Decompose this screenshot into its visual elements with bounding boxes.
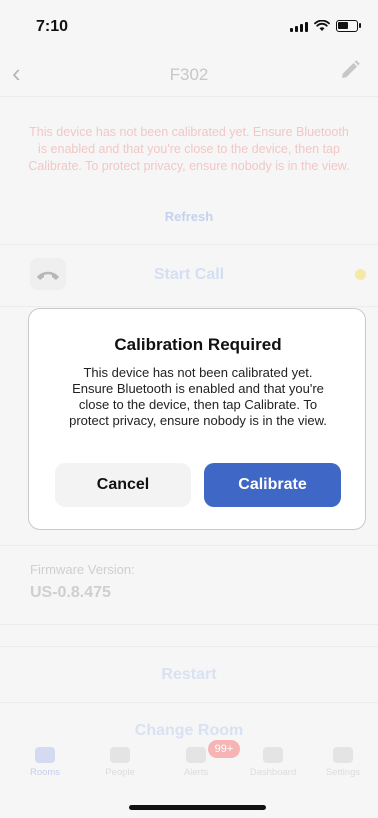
bed-icon xyxy=(35,747,55,763)
tab-settings[interactable]: Settings xyxy=(313,745,373,778)
page-title: F302 xyxy=(169,65,209,84)
calibration-dialog: Calibration Required This device has not… xyxy=(28,308,366,530)
status-time: 7:10 xyxy=(36,18,69,35)
person-icon xyxy=(110,747,130,763)
start-call-row[interactable]: Start Call xyxy=(0,246,378,302)
tab-label: Settings xyxy=(325,767,361,778)
tab-label: People xyxy=(105,767,135,778)
tab-label: Rooms xyxy=(29,767,61,778)
firmware-value: US-0.8.475 xyxy=(30,584,111,601)
change-room-button[interactable]: Change Room xyxy=(0,722,378,740)
status-bar: 7:10 xyxy=(0,0,378,44)
tab-label: Alerts xyxy=(183,767,209,778)
home-indicator[interactable] xyxy=(129,805,266,810)
signal-icon xyxy=(290,20,308,32)
chart-icon xyxy=(263,747,283,763)
divider xyxy=(0,624,378,625)
tab-label: Dashboard xyxy=(249,767,297,778)
divider xyxy=(0,702,378,703)
gear-icon xyxy=(333,747,353,763)
divider xyxy=(0,96,378,97)
divider xyxy=(0,545,378,546)
battery-icon xyxy=(336,20,361,32)
divider xyxy=(0,244,378,245)
dialog-message: This device has not been calibrated yet.… xyxy=(69,365,327,428)
tab-people[interactable]: People xyxy=(90,745,150,778)
wifi-icon xyxy=(314,20,330,31)
calibrate-button[interactable]: Calibrate xyxy=(204,463,341,507)
status-dot xyxy=(355,269,366,280)
restart-button[interactable]: Restart xyxy=(0,666,378,684)
firmware-label: Firmware Version: xyxy=(30,562,135,577)
tab-bar: Rooms People Alerts Dashboard Settings xyxy=(0,745,378,795)
alerts-badge: 99+ xyxy=(208,740,240,758)
status-icons xyxy=(290,20,361,32)
calibration-warning-text: This device has not been calibrated yet.… xyxy=(28,125,350,173)
nav-bar: ‹ F302 xyxy=(0,48,378,96)
cancel-button[interactable]: Cancel xyxy=(55,463,191,507)
refresh-button[interactable]: Refresh xyxy=(0,209,378,224)
tab-rooms[interactable]: Rooms xyxy=(15,745,75,778)
tab-dashboard[interactable]: Dashboard xyxy=(243,745,303,778)
start-call-button[interactable]: Start Call xyxy=(0,266,378,284)
divider xyxy=(0,306,378,307)
pencil-icon[interactable] xyxy=(338,58,362,82)
divider xyxy=(0,646,378,647)
bell-icon xyxy=(186,747,206,763)
screen: 7:10 ‹ F302 This device has not been cal… xyxy=(0,0,378,818)
dialog-title: Calibration Required xyxy=(114,335,282,354)
